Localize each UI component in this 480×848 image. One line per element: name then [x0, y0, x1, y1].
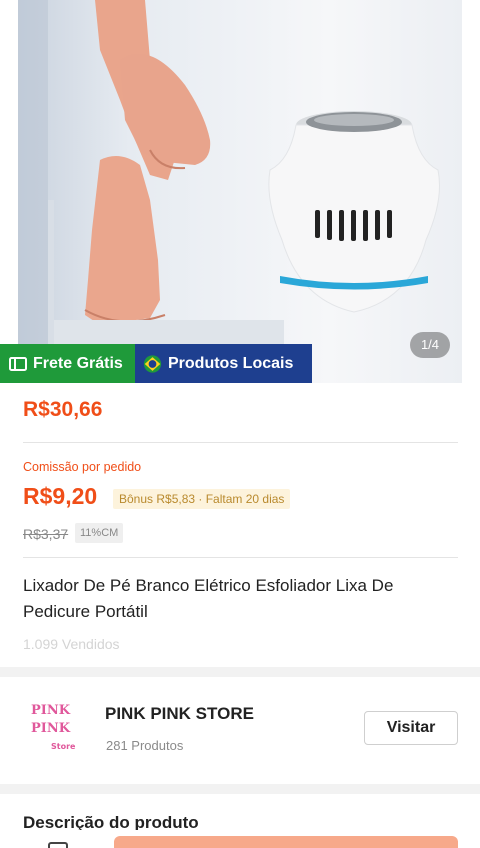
- free-shipping-badge: Frete Grátis: [0, 344, 135, 383]
- sold-count: 1.099 Vendidos: [23, 636, 120, 652]
- section-separator: [0, 784, 480, 794]
- ticket-icon: [8, 354, 27, 373]
- divider: [23, 557, 458, 558]
- product-title: Lixador De Pé Branco Elétrico Esfoliador…: [23, 576, 394, 621]
- store-logo[interactable]: PINK PINK Store: [25, 703, 85, 757]
- original-commission: R$3,37: [23, 526, 69, 542]
- primary-action-button[interactable]: [114, 836, 458, 848]
- product-photo-illustration: [18, 0, 440, 383]
- bonus-tag: Bônus R$5,83 · Faltam 20 dias: [113, 489, 291, 509]
- store-logo-text: PINK: [31, 703, 71, 718]
- commission-label: Comissão por pedido: [23, 460, 142, 474]
- image-edge-left: [0, 0, 18, 383]
- visit-store-button[interactable]: Visitar: [364, 711, 458, 745]
- store-logo-text: Store: [51, 742, 76, 751]
- image-counter: 1/4: [410, 332, 450, 358]
- store-logo-text: PINK: [31, 721, 71, 736]
- section-separator: [0, 667, 480, 677]
- product-image[interactable]: 1/4: [0, 0, 480, 383]
- shipping-badges: Frete Grátis Produtos Locais: [0, 344, 312, 383]
- product-price: R$30,66: [23, 398, 103, 421]
- store-icon[interactable]: [48, 842, 68, 848]
- commission-value: R$9,20: [23, 483, 98, 509]
- local-products-badge: Produtos Locais: [135, 344, 312, 383]
- brazil-flag-icon: [143, 354, 162, 373]
- local-products-label: Produtos Locais: [168, 354, 294, 372]
- free-shipping-label: Frete Grátis: [33, 354, 123, 372]
- commission-rate-tag: 11%CM: [75, 523, 124, 543]
- store-name[interactable]: PINK PINK STORE: [105, 704, 254, 724]
- store-product-count: 281 Produtos: [106, 738, 184, 753]
- image-edge-right: [462, 0, 480, 383]
- divider: [23, 442, 458, 443]
